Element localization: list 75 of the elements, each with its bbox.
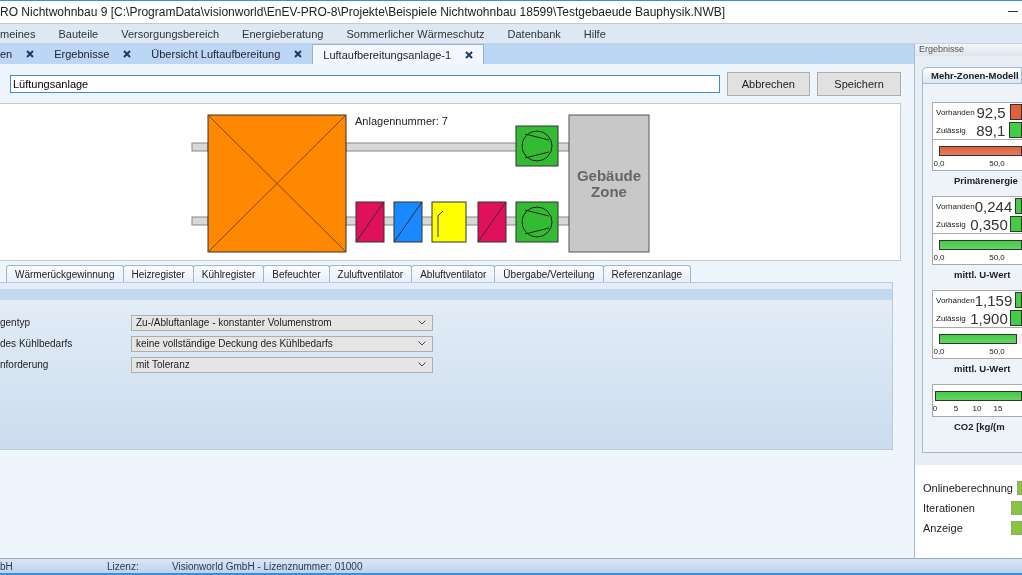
row-label: Zulässig: [936, 219, 967, 229]
tick-label: 50,0: [989, 253, 1005, 262]
field-label: gentyp: [0, 317, 32, 328]
panel-header: Ergebnisse: [915, 44, 1022, 56]
field-label: nforderung: [0, 359, 50, 370]
document-tab[interactable]: en: [0, 44, 45, 64]
document-tab[interactable]: Luftaufbereitungsanlage-1: [312, 44, 485, 64]
component-tab[interactable]: Abluftventilator: [411, 265, 496, 282]
plant-number: Anlagennummer: 7: [355, 115, 448, 127]
tick-label: 15: [993, 404, 1003, 413]
row-label: Zulässig: [936, 313, 967, 323]
field-label: des Kühlbedarfs: [0, 338, 74, 349]
action-button[interactable]: Speichern: [817, 72, 901, 96]
document-tab[interactable]: Übersicht Luftaufbereitung: [141, 44, 313, 64]
tick-label: 50,0: [989, 159, 1005, 168]
close-icon[interactable]: [294, 50, 303, 58]
option-label: Onlineberechnung: [923, 482, 1011, 494]
menu-item[interactable]: Bauteile: [58, 27, 99, 40]
dropdown[interactable]: keine vollständige Deckung des Kühlbedarfs: [131, 335, 433, 352]
menu-item[interactable]: meines: [0, 27, 36, 40]
chevron-down-icon: [418, 320, 426, 325]
value-text: 1,900: [970, 309, 1007, 327]
status-text: Lizenz:: [107, 560, 140, 572]
option-label: Iterationen: [923, 502, 976, 514]
menu-item[interactable]: Datenbank: [507, 27, 561, 40]
tick-label: 0,0: [933, 347, 945, 356]
value-text: 1,159: [974, 291, 1011, 309]
tick-label: 0,0: [933, 159, 945, 168]
value-text: 0,244: [974, 197, 1011, 215]
chevron-down-icon: [418, 362, 426, 367]
dropdown[interactable]: mit Toleranz: [131, 356, 433, 373]
document-tab[interactable]: Ergebnisse: [44, 44, 142, 64]
caption: mittl. U-Wert: [954, 269, 1012, 280]
option-label: Anzeige: [923, 522, 964, 534]
tick-label: 0,0: [933, 253, 945, 262]
status-indicator[interactable]: [1010, 521, 1022, 535]
status-text: Visionworld GmbH - Lizenznummer: 01000: [172, 560, 363, 572]
component-tab[interactable]: Befeuchter: [263, 265, 330, 282]
dropdown[interactable]: Zu-/Abluftanlage - konstanter Volumenstrom: [131, 314, 433, 331]
component-tab[interactable]: Zuluftventilator: [328, 265, 413, 282]
status-text: bH: [0, 560, 14, 572]
name-field[interactable]: Lüftungsanlage: [10, 75, 720, 93]
zone-label: Gebäude Zone: [576, 167, 642, 200]
minimize-icon[interactable]: [1008, 11, 1018, 13]
chevron-down-icon: [418, 341, 426, 346]
caption: Primärenergie: [954, 175, 1019, 186]
close-icon[interactable]: [465, 50, 474, 59]
row-label: Vorhanden: [936, 295, 975, 305]
value-text: 89,1: [975, 121, 1006, 139]
caption: mittl. U-Wert: [954, 363, 1012, 374]
close-icon[interactable]: [26, 50, 35, 58]
status-indicator[interactable]: [1010, 501, 1022, 515]
component-tab[interactable]: Kühlregister: [192, 265, 265, 282]
menu-item[interactable]: Energieberatung: [242, 27, 324, 40]
component-tab[interactable]: Wärmerückgewinnung: [6, 265, 124, 282]
value-text: 92,5: [975, 103, 1006, 121]
row-label: Vorhanden: [936, 201, 975, 211]
component-tab[interactable]: Referenzanlage: [602, 265, 692, 282]
tick-label: 5: [953, 404, 959, 413]
row-label: Vorhanden: [936, 107, 975, 117]
tick-label: 0: [932, 404, 938, 413]
component-tab[interactable]: Heizregister: [122, 265, 194, 282]
row-label: Zulässig: [936, 125, 967, 135]
caption: CO2 [kg/(m: [954, 421, 1006, 432]
menu-item[interactable]: Sommerlicher Wärmeschutz: [346, 27, 485, 40]
menu-item[interactable]: Hilfe: [583, 27, 606, 40]
component-tab[interactable]: Übergabe/Verteilung: [494, 265, 604, 282]
value-text: 0,350: [970, 215, 1007, 233]
window-title: RO Nichtwohnbau 9 [C:\ProgramData\visionworld\EnEV-PRO-8\Projekte\Beispiele Nichtwohnbau 18599\Testgebaeude Bauphysik.NWB]: [0, 5, 726, 19]
card-tab[interactable]: Mehr-Zonen-Modell: [922, 67, 1022, 83]
tick-label: 10: [972, 404, 982, 413]
action-button[interactable]: Abbrechen: [726, 72, 811, 96]
menu-item[interactable]: Versorgungsbereich: [121, 27, 220, 40]
tick-label: 50,0: [989, 347, 1005, 356]
close-icon[interactable]: [123, 50, 132, 58]
